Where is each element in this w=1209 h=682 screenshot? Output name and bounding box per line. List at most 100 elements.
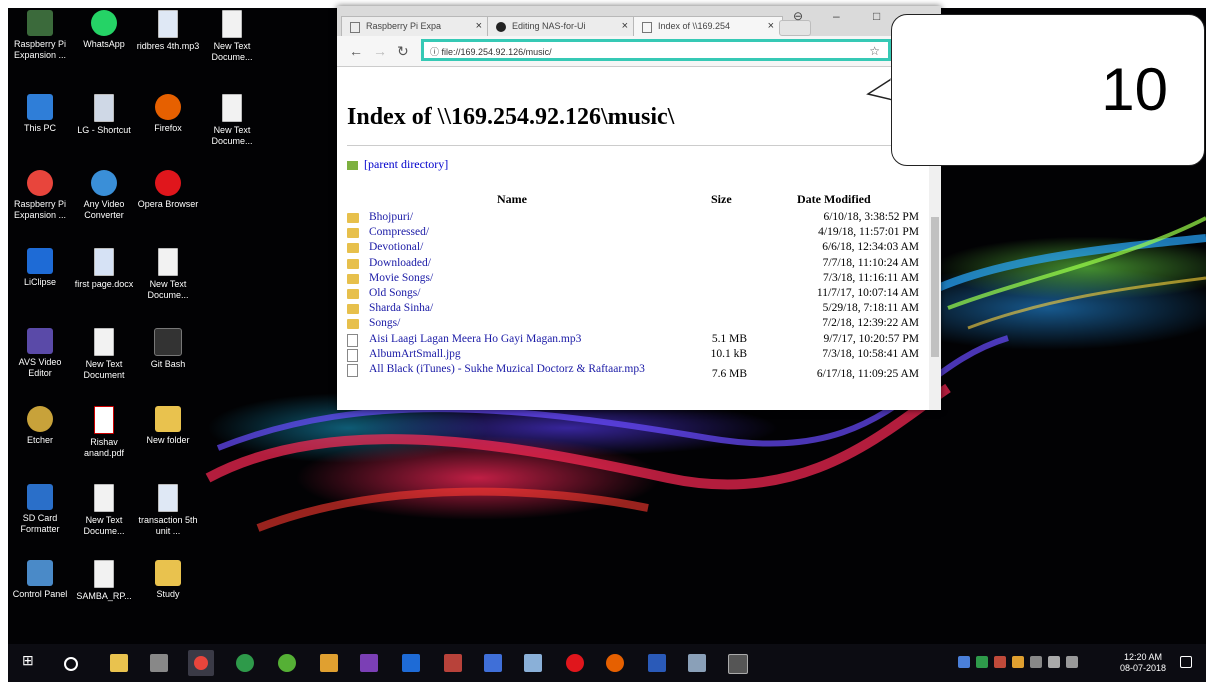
scrollbar-thumb[interactable] <box>931 217 939 357</box>
tab-editing-nas[interactable]: Editing NAS-for-Ui × <box>487 16 637 36</box>
desktop-icon[interactable]: New Text Document <box>72 328 136 381</box>
firefox-icon[interactable] <box>606 654 624 672</box>
text-file-icon <box>94 484 114 512</box>
clock[interactable]: 12:20 AM 08-07-2018 <box>1120 652 1166 674</box>
desktop-icon[interactable]: Etcher <box>8 406 72 446</box>
desktop-icon[interactable]: SAMBA_RP... <box>72 560 136 602</box>
desktop-icon-label: AVS Video Editor <box>18 357 62 378</box>
desktop-icon[interactable]: SD Card Formatter <box>8 484 72 535</box>
desktop-icon[interactable]: LG - Shortcut <box>72 94 136 136</box>
visual-studio-icon[interactable] <box>360 654 378 672</box>
desktop-icon[interactable]: LiClipse <box>8 248 72 288</box>
desktop-icon[interactable]: Firefox <box>136 94 200 134</box>
folder-icon <box>347 243 359 254</box>
file-explorer-icon[interactable] <box>110 654 128 672</box>
list-item: Aisi Laagi Lagan Meera Ho Gayi Magan.mp3… <box>347 333 927 348</box>
maximize-button[interactable]: □ <box>873 9 880 23</box>
desktop-icon[interactable]: Rishav anand.pdf <box>72 406 136 459</box>
file-link[interactable]: All Black (iTunes) - Sukhe Muzical Docto… <box>369 363 659 375</box>
audio-file-icon <box>158 10 178 38</box>
word-icon[interactable] <box>648 654 666 672</box>
profile-icon[interactable]: ⊖ <box>793 9 803 23</box>
desktop-icon-label: Study <box>156 589 180 599</box>
desktop-icon-label: Git Bash <box>150 359 186 369</box>
desktop-icon[interactable]: New folder <box>136 406 200 446</box>
desktop-icon[interactable]: Any Video Converter <box>72 170 136 221</box>
desktop-icon[interactable]: WhatsApp <box>72 10 136 50</box>
file-link[interactable]: Old Songs/ <box>369 287 420 299</box>
desktop-icon[interactable]: Git Bash <box>136 328 200 370</box>
tray-app-icon[interactable] <box>994 656 1006 668</box>
desktop-icon-label: New folder <box>146 435 190 445</box>
file-link[interactable]: Downloaded/ <box>369 257 431 269</box>
back-arrow-icon[interactable]: ← <box>349 43 363 59</box>
tray-app-icon[interactable] <box>976 656 988 668</box>
file-link[interactable]: Songs/ <box>369 317 400 329</box>
desktop-icon[interactable]: AVS Video Editor <box>8 328 72 379</box>
app-icon[interactable] <box>728 654 748 674</box>
column-header-size[interactable]: Size <box>711 192 732 207</box>
desktop-icon[interactable]: ridbres 4th.mp3 <box>136 10 200 52</box>
media-player-icon[interactable] <box>150 654 168 672</box>
desktop-icon[interactable]: Study <box>136 560 200 600</box>
word-doc-icon <box>94 248 114 276</box>
desktop-icon[interactable]: Raspberry Pi Expansion ... <box>8 10 72 61</box>
app-icon[interactable] <box>688 654 706 672</box>
desktop-icon[interactable]: Raspberry Pi Expansion ... <box>8 170 72 221</box>
opera-icon[interactable] <box>566 654 584 672</box>
column-header-date[interactable]: Date Modified <box>797 192 871 207</box>
page-icon <box>642 22 652 33</box>
app-icon[interactable] <box>278 654 296 672</box>
address-text: file://169.254.92.126/music/ <box>441 47 552 57</box>
desktop-icon[interactable]: New Text Docume... <box>200 94 264 147</box>
desktop-icon[interactable]: Control Panel <box>8 560 72 600</box>
parent-directory-link[interactable]: [parent directory] <box>347 157 448 172</box>
tray-app-icon[interactable] <box>958 656 970 668</box>
desktop-icon[interactable]: transaction 5th unit ... <box>136 484 200 537</box>
app-icon[interactable] <box>524 654 542 672</box>
app-icon[interactable] <box>484 654 502 672</box>
liclipse-icon[interactable] <box>402 654 420 672</box>
reload-icon[interactable]: ↻ <box>397 43 409 60</box>
tab-close-button[interactable]: × <box>768 20 774 32</box>
app-icon[interactable] <box>236 654 254 672</box>
tab-raspberry-pi[interactable]: Raspberry Pi Expa × <box>341 16 491 36</box>
file-icon <box>347 333 358 347</box>
tab-index-of[interactable]: Index of \\169.254 × <box>633 16 783 36</box>
file-link[interactable]: AlbumArtSmall.jpg <box>369 348 461 360</box>
desktop-icon-label: Opera Browser <box>137 199 199 209</box>
address-bar[interactable]: ⓘ file://169.254.92.126/music/ ☆ <box>421 39 891 61</box>
file-link[interactable]: Devotional/ <box>369 241 423 253</box>
forward-arrow-icon[interactable]: → <box>373 43 387 59</box>
network-icon[interactable] <box>1048 656 1060 668</box>
bookmark-star-icon[interactable]: ☆ <box>869 44 880 58</box>
minimize-button[interactable]: – <box>833 9 840 23</box>
tab-close-button[interactable]: × <box>622 20 628 32</box>
desktop-icon[interactable]: New Text Docume... <box>72 484 136 537</box>
tray-app-icon[interactable] <box>1012 656 1024 668</box>
file-date: 7/3/18, 11:16:11 AM <box>823 271 919 284</box>
desktop-icon[interactable]: New Text Docume... <box>200 10 264 63</box>
search-icon[interactable] <box>64 657 78 671</box>
file-link[interactable]: Movie Songs/ <box>369 272 433 284</box>
list-item: Songs/7/2/18, 12:39:22 AM <box>347 317 927 332</box>
app-icon[interactable] <box>320 654 338 672</box>
notification-icon[interactable] <box>1180 656 1192 668</box>
whatsapp-icon <box>91 10 117 36</box>
windows-start-icon[interactable]: ⊞ <box>22 652 40 670</box>
column-header-name[interactable]: Name <box>497 192 527 207</box>
desktop-icon[interactable]: Opera Browser <box>136 170 200 210</box>
desktop-icon[interactable]: first page.docx <box>72 248 136 290</box>
file-link[interactable]: Sharda Sinha/ <box>369 302 433 314</box>
file-link[interactable]: Aisi Laagi Lagan Meera Ho Gayi Magan.mp3 <box>369 333 581 345</box>
wifi-icon[interactable] <box>1030 656 1042 668</box>
desktop-icon[interactable]: New Text Docume... <box>136 248 200 301</box>
volume-icon[interactable] <box>1066 656 1078 668</box>
list-item: Bhojpuri/6/10/18, 3:38:52 PM <box>347 211 927 226</box>
file-icon <box>347 363 358 377</box>
file-link[interactable]: Compressed/ <box>369 226 429 238</box>
tab-close-button[interactable]: × <box>476 20 482 32</box>
app-icon[interactable] <box>444 654 462 672</box>
file-link[interactable]: Bhojpuri/ <box>369 211 413 223</box>
desktop-icon[interactable]: This PC <box>8 94 72 134</box>
